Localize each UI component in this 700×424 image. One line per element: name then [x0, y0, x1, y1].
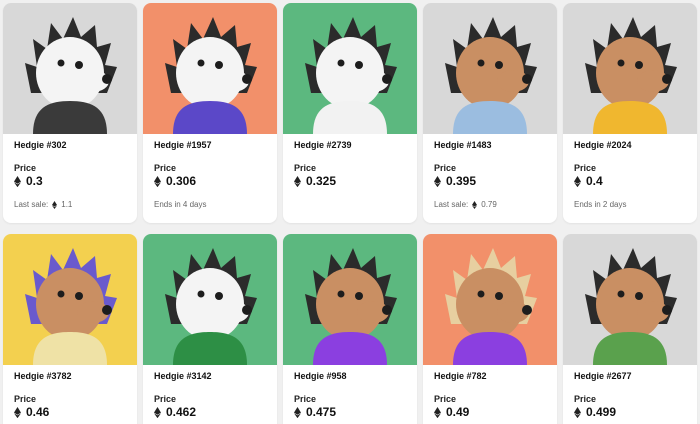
eth-icon [574, 406, 581, 418]
price-amount: 0.499 [586, 405, 617, 419]
nft-image[interactable] [3, 3, 137, 134]
price-amount: 0.306 [166, 174, 197, 188]
auction-ends: Ends in 2 days [574, 200, 626, 209]
eth-icon [154, 406, 161, 418]
last-sale-label: Last sale: [14, 200, 49, 209]
last-sale-label: Last sale: [434, 200, 469, 209]
nft-image[interactable] [3, 234, 137, 365]
nft-card[interactable]: Hedgie #2024 Price 0.4 Ends in 2 days [563, 3, 697, 223]
eth-icon [52, 200, 58, 209]
eth-icon [574, 175, 581, 187]
nft-name: Hedgie #1957 [154, 140, 212, 150]
price-label: Price [154, 394, 177, 404]
price-amount: 0.3 [26, 174, 43, 188]
price-value: 0.306 [154, 174, 196, 188]
eth-icon [434, 175, 441, 187]
price-label: Price [14, 163, 37, 173]
price-label: Price [574, 394, 597, 404]
nft-image[interactable] [563, 234, 697, 365]
nft-name: Hedgie #3782 [14, 371, 72, 381]
nft-image[interactable] [143, 234, 277, 365]
price-amount: 0.475 [306, 405, 337, 419]
last-sale: Last sale: 1.1 [14, 200, 72, 209]
nft-name: Hedgie #2677 [574, 371, 632, 381]
nft-name: Hedgie #2739 [294, 140, 352, 150]
eth-icon [472, 200, 478, 209]
nft-image[interactable] [423, 3, 557, 134]
eth-icon [14, 175, 21, 187]
auction-ends-text: Ends in 2 days [574, 200, 627, 209]
nft-card[interactable]: Hedgie #2739 Price 0.325 [283, 3, 417, 223]
eth-icon [294, 175, 301, 187]
price-value: 0.49 [434, 405, 469, 419]
nft-name: Hedgie #3142 [154, 371, 212, 381]
price-label: Price [294, 394, 317, 404]
price-amount: 0.462 [166, 405, 197, 419]
price-amount: 0.4 [586, 174, 603, 188]
last-sale-value: 1.1 [61, 200, 73, 209]
nft-image[interactable] [283, 234, 417, 365]
last-sale: Last sale: 0.79 [434, 200, 497, 209]
price-label: Price [294, 163, 317, 173]
price-value: 0.475 [294, 405, 336, 419]
nft-name: Hedgie #958 [294, 371, 347, 381]
price-amount: 0.395 [446, 174, 477, 188]
price-value: 0.462 [154, 405, 196, 419]
nft-card[interactable]: Hedgie #302 Price 0.3 Last sale: 1.1 [3, 3, 137, 223]
price-label: Price [154, 163, 177, 173]
nft-image[interactable] [283, 3, 417, 134]
nft-image[interactable] [423, 234, 557, 365]
price-value: 0.46 [14, 405, 49, 419]
nft-card[interactable]: Hedgie #3782 Price 0.46 [3, 234, 137, 424]
price-amount: 0.325 [306, 174, 337, 188]
price-amount: 0.46 [26, 405, 50, 419]
eth-icon [294, 406, 301, 418]
price-value: 0.4 [574, 174, 603, 188]
auction-ends-text: Ends in 4 days [154, 200, 207, 209]
price-value: 0.325 [294, 174, 336, 188]
price-label: Price [14, 394, 37, 404]
price-value: 0.499 [574, 405, 616, 419]
nft-card[interactable]: Hedgie #1483 Price 0.395 Last sale: 0.79 [423, 3, 557, 223]
last-sale-value: 0.79 [481, 200, 497, 209]
eth-icon [154, 175, 161, 187]
nft-name: Hedgie #302 [14, 140, 67, 150]
price-value: 0.3 [14, 174, 43, 188]
eth-icon [14, 406, 21, 418]
nft-card[interactable]: Hedgie #958 Price 0.475 [283, 234, 417, 424]
nft-image[interactable] [143, 3, 277, 134]
nft-name: Hedgie #1483 [434, 140, 492, 150]
auction-ends: Ends in 4 days [154, 200, 206, 209]
nft-card[interactable]: Hedgie #782 Price 0.49 [423, 234, 557, 424]
nft-image[interactable] [563, 3, 697, 134]
price-amount: 0.49 [446, 405, 470, 419]
price-label: Price [434, 394, 457, 404]
nft-name: Hedgie #782 [434, 371, 487, 381]
nft-name: Hedgie #2024 [574, 140, 632, 150]
eth-icon [434, 406, 441, 418]
nft-card[interactable]: Hedgie #3142 Price 0.462 [143, 234, 277, 424]
nft-card[interactable]: Hedgie #2677 Price 0.499 [563, 234, 697, 424]
price-label: Price [434, 163, 457, 173]
nft-card[interactable]: Hedgie #1957 Price 0.306 Ends in 4 days [143, 3, 277, 223]
price-label: Price [574, 163, 597, 173]
nft-grid: Hedgie #302 Price 0.3 Last sale: 1.1 Hed… [0, 0, 700, 424]
price-value: 0.395 [434, 174, 476, 188]
